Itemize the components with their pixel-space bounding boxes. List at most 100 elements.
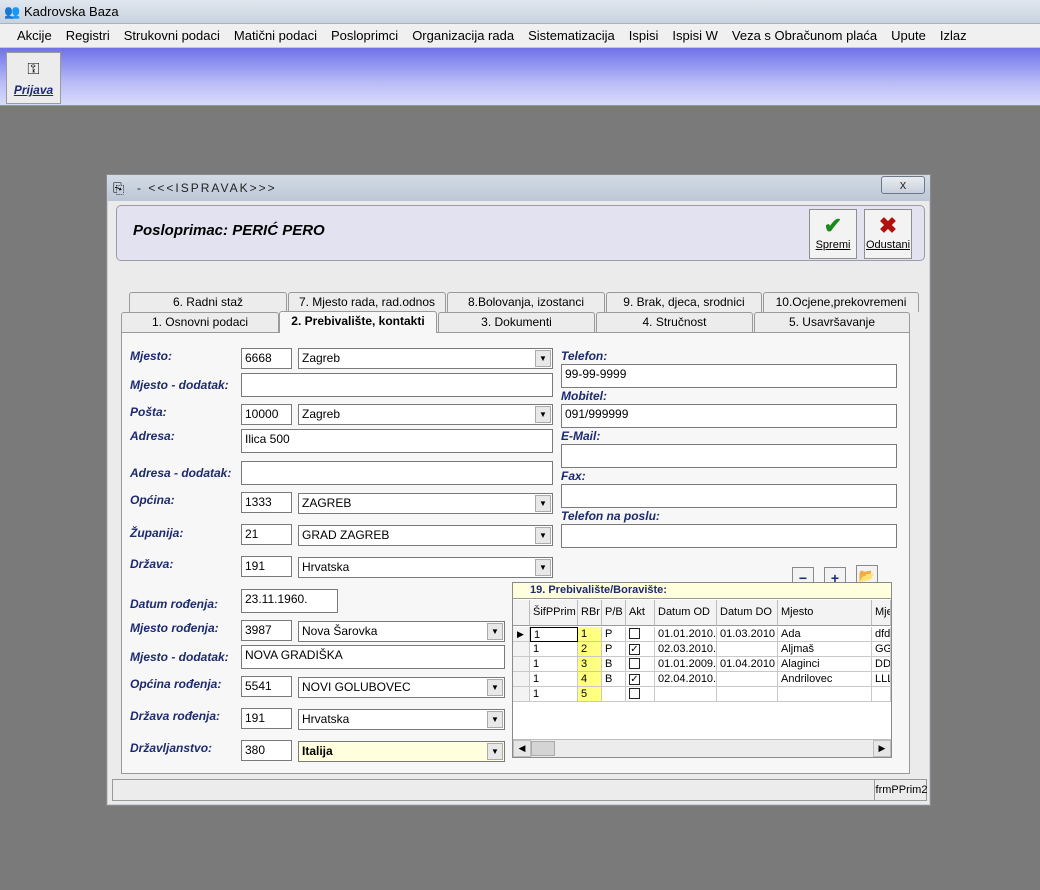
col-header-pb[interactable]: P/B: [602, 600, 626, 626]
opcina-rodjenja-code-field[interactable]: 5541: [241, 676, 292, 697]
chevron-down-icon[interactable]: ▼: [535, 406, 551, 423]
horizontal-scrollbar[interactable]: ◀ ▶: [513, 739, 891, 757]
cell-mjesto[interactable]: Alaginci: [778, 657, 872, 672]
col-header-mje[interactable]: Mje: [872, 600, 891, 626]
col-header-datum-od[interactable]: Datum OD: [655, 600, 717, 626]
checkbox-checked-icon[interactable]: ✓: [629, 674, 640, 685]
mjesto-dodatak-field[interactable]: [241, 373, 553, 397]
row-indicator[interactable]: [513, 687, 530, 702]
cell-mjesto[interactable]: [778, 687, 872, 702]
cell-pb[interactable]: P: [602, 627, 626, 642]
tab-radni-staz[interactable]: 6. Radni staž: [129, 292, 287, 312]
cell-rbr[interactable]: 2: [578, 642, 602, 657]
mjesto-rodjenja-code-field[interactable]: 3987: [241, 620, 292, 641]
cell-mje[interactable]: GG: [872, 642, 891, 657]
scroll-thumb[interactable]: [531, 741, 555, 756]
chevron-down-icon[interactable]: ▼: [487, 711, 503, 728]
opcina-code-field[interactable]: 1333: [241, 492, 292, 513]
cell-mje[interactable]: LLL: [872, 672, 891, 687]
cell-mje[interactable]: dfd: [872, 627, 891, 642]
mjesto-code-field[interactable]: 6668: [241, 348, 292, 369]
row-indicator[interactable]: [513, 657, 530, 672]
menu-veza-obracun[interactable]: Veza s Obračunom plaća: [725, 25, 884, 47]
cell-mjesto[interactable]: Ada: [778, 627, 872, 642]
prijava-button[interactable]: ⚿ Prijava: [6, 52, 61, 104]
checkbox-unchecked-icon[interactable]: [629, 688, 640, 699]
cell-mje[interactable]: [872, 687, 891, 702]
cell-mje[interactable]: DD: [872, 657, 891, 672]
cell-rbr[interactable]: 5: [578, 687, 602, 702]
tab-mjesto-rada[interactable]: 7. Mjesto rada, rad.odnos: [288, 292, 446, 312]
menu-ispisi[interactable]: Ispisi: [622, 25, 666, 47]
drzava-dropdown[interactable]: Hrvatska ▼: [298, 557, 553, 578]
cell-datum-do[interactable]: 01.04.2010: [717, 657, 778, 672]
chevron-down-icon[interactable]: ▼: [487, 743, 503, 760]
cell-akt[interactable]: ✓: [626, 642, 655, 657]
cell-pb[interactable]: B: [602, 657, 626, 672]
cell-rbr[interactable]: 3: [578, 657, 602, 672]
checkbox-unchecked-icon[interactable]: [629, 658, 640, 669]
cell-mjesto[interactable]: Aljmaš: [778, 642, 872, 657]
cell-sifpprim[interactable]: 1: [530, 642, 578, 657]
menu-sistematizacija[interactable]: Sistematizacija: [521, 25, 622, 47]
cell-akt[interactable]: [626, 657, 655, 672]
cell-datum-do[interactable]: [717, 642, 778, 657]
telefon-field[interactable]: 99-99-9999: [561, 364, 897, 388]
adresa-dodatak-field[interactable]: [241, 461, 553, 485]
chevron-down-icon[interactable]: ▼: [535, 559, 551, 576]
fax-field[interactable]: [561, 484, 897, 508]
cell-sifpprim[interactable]: 1: [530, 672, 578, 687]
cell-rbr[interactable]: 4: [578, 672, 602, 687]
current-row-pointer-icon[interactable]: ▶: [513, 627, 530, 642]
col-header-datum-do[interactable]: Datum DO: [717, 600, 778, 626]
drzavljanstvo-code-field[interactable]: 380: [241, 740, 292, 761]
zupanija-dropdown[interactable]: GRAD ZAGREB ▼: [298, 525, 553, 546]
chevron-down-icon[interactable]: ▼: [535, 350, 551, 367]
checkbox-checked-icon[interactable]: ✓: [629, 644, 640, 655]
menu-izlaz[interactable]: Izlaz: [933, 25, 974, 47]
tab-dokumenti[interactable]: 3. Dokumenti: [438, 312, 595, 332]
col-header-mjesto[interactable]: Mjesto: [778, 600, 872, 626]
tab-bolovanja[interactable]: 8.Bolovanja, izostanci: [447, 292, 605, 312]
chevron-down-icon[interactable]: ▼: [535, 495, 551, 512]
tab-ocjene[interactable]: 10.Ocjene,prekovremeni: [763, 292, 919, 312]
menu-ispisi-w[interactable]: Ispisi W: [665, 25, 725, 47]
col-header-rbr[interactable]: RBr: [578, 600, 602, 626]
tab-prebivaliste-kontakti[interactable]: 2. Prebivalište, kontakti: [279, 311, 437, 333]
mjesto-dropdown[interactable]: Zagreb ▼: [298, 348, 553, 369]
cancel-button[interactable]: ✖ Odustani: [864, 209, 912, 259]
datum-rodjenja-field[interactable]: 23.11.1960.: [241, 589, 338, 613]
tab-osnovni-podaci[interactable]: 1. Osnovni podaci: [121, 312, 279, 332]
drzavljanstvo-dropdown[interactable]: Italija ▼: [298, 741, 505, 762]
cell-datum-do[interactable]: [717, 687, 778, 702]
cell-akt[interactable]: [626, 627, 655, 642]
adresa-field[interactable]: Ilica 500: [241, 429, 553, 453]
cell-pb[interactable]: P: [602, 642, 626, 657]
cell-datum-od[interactable]: [655, 687, 717, 702]
menu-posloprimci[interactable]: Posloprimci: [324, 25, 405, 47]
cell-mjesto[interactable]: Andrilovec: [778, 672, 872, 687]
chevron-down-icon[interactable]: ▼: [487, 623, 503, 640]
close-button[interactable]: x: [881, 176, 925, 194]
cell-sifpprim[interactable]: 1: [530, 657, 578, 672]
tab-strucnost[interactable]: 4. Stručnost: [596, 312, 753, 332]
mobitel-field[interactable]: 091/999999: [561, 404, 897, 428]
posta-code-field[interactable]: 10000: [241, 404, 292, 425]
menu-upute[interactable]: Upute: [884, 25, 933, 47]
scroll-left-icon[interactable]: ◀: [513, 740, 531, 757]
cell-rbr[interactable]: 1: [578, 627, 602, 642]
mjesto-rodjenja-dropdown[interactable]: Nova Šarovka ▼: [298, 621, 505, 642]
email-field[interactable]: [561, 444, 897, 468]
row-indicator[interactable]: [513, 642, 530, 657]
posta-dropdown[interactable]: Zagreb ▼: [298, 404, 553, 425]
cell-datum-do[interactable]: [717, 672, 778, 687]
cell-sifpprim[interactable]: 1: [530, 687, 578, 702]
checkbox-unchecked-icon[interactable]: [629, 628, 640, 639]
menu-strukovni-podaci[interactable]: Strukovni podaci: [117, 25, 227, 47]
tab-usavrsavanje[interactable]: 5. Usavršavanje: [754, 312, 910, 332]
menu-akcije[interactable]: Akcije: [10, 25, 59, 47]
cell-datum-od[interactable]: 01.01.2009.: [655, 657, 717, 672]
scroll-right-icon[interactable]: ▶: [873, 740, 891, 757]
opcina-rodjenja-dropdown[interactable]: NOVI GOLUBOVEC ▼: [298, 677, 505, 698]
telefon-posao-field[interactable]: [561, 524, 897, 548]
